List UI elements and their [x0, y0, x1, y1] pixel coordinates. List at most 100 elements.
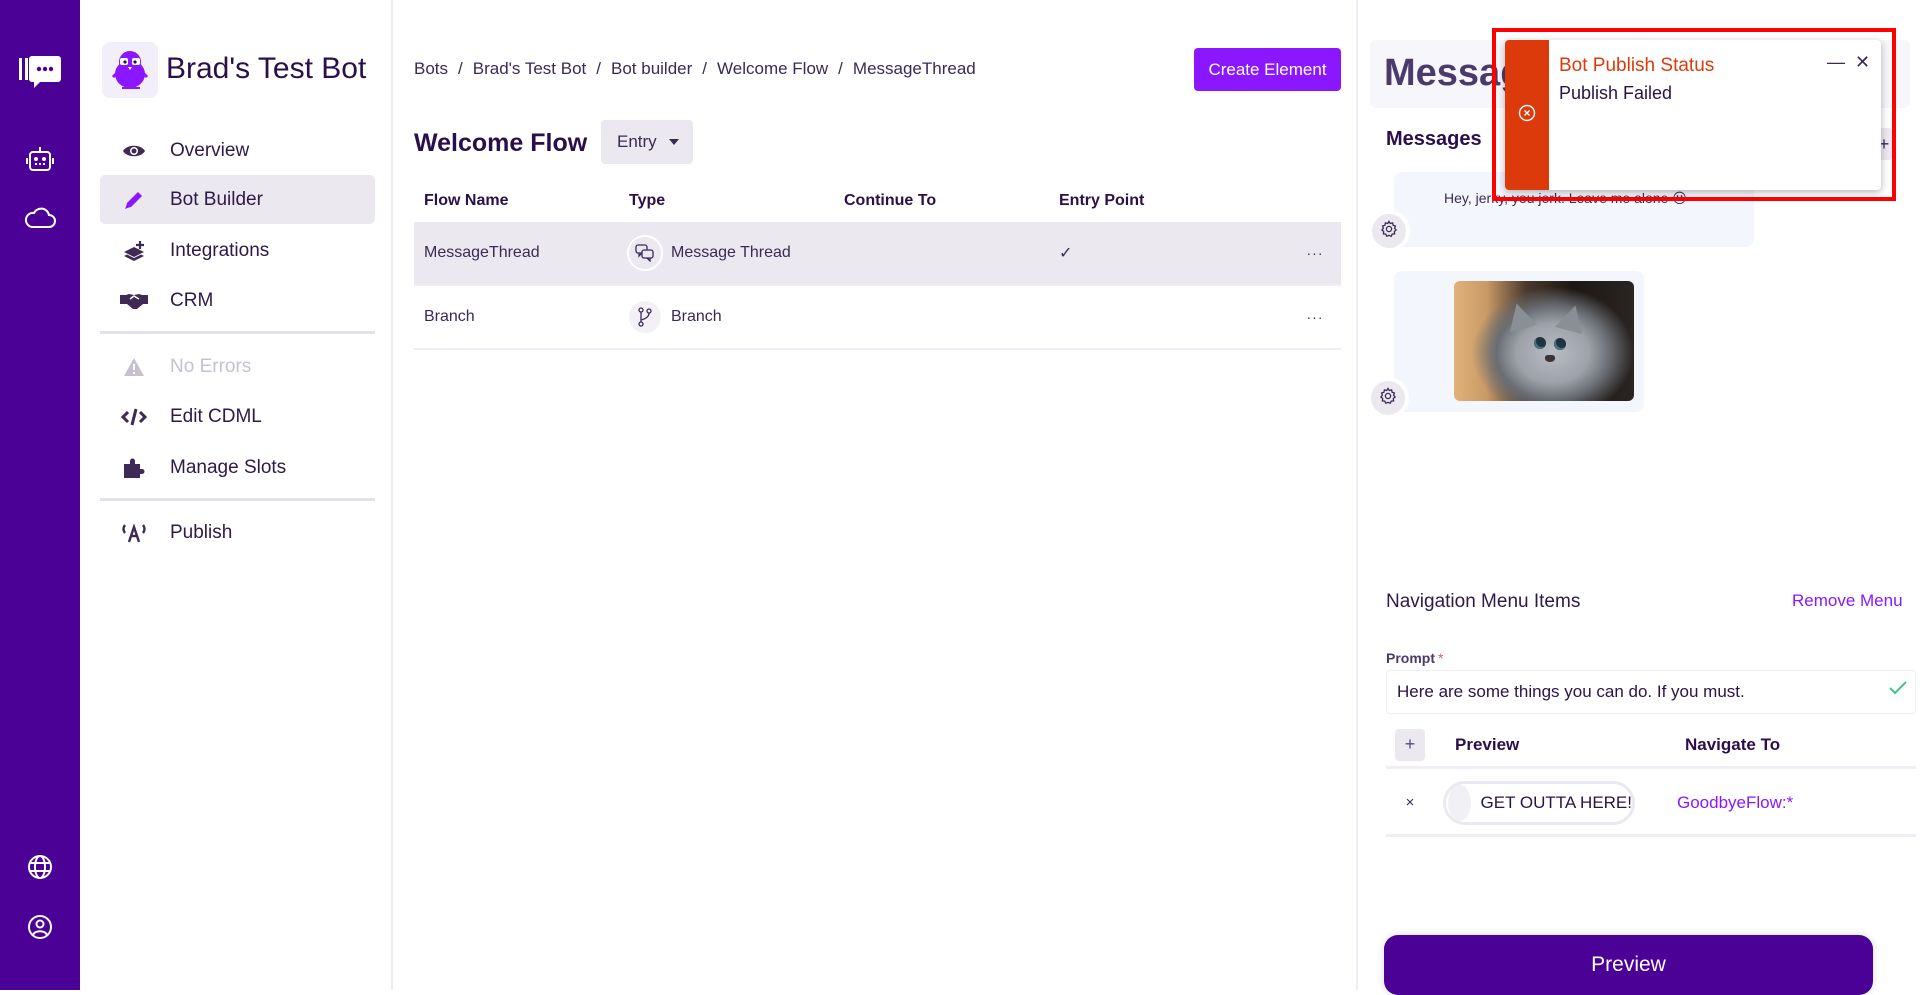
- kitten-nose: [1545, 355, 1555, 362]
- column-header-continue-to: Continue To: [844, 192, 937, 209]
- menu-items-header: + Preview Navigate To: [1386, 723, 1916, 769]
- sidebar-item-integrations[interactable]: Integrations: [100, 226, 375, 275]
- column-header-navigate-to: Navigate To: [1685, 734, 1781, 754]
- publish-status-toast: Bot Publish Status Publish Failed — ✕: [1505, 40, 1881, 190]
- pencil-icon: [120, 189, 148, 211]
- type-cell: Message Thread: [627, 235, 844, 271]
- bots-icon[interactable]: [0, 142, 80, 176]
- globe-icon[interactable]: [0, 852, 80, 882]
- sidebar-item-label: Bot Builder: [170, 188, 263, 210]
- remove-menu-link[interactable]: Remove Menu: [1792, 591, 1903, 611]
- kitten-eye: [1554, 338, 1566, 350]
- cloud-icon[interactable]: [0, 200, 80, 234]
- app-logo-icon[interactable]: [0, 52, 80, 92]
- sidebar-item-no-errors: No Errors: [100, 342, 375, 391]
- user-account-icon[interactable]: [0, 912, 80, 942]
- row-actions-menu[interactable]: ···: [1289, 245, 1341, 261]
- toast-minimize-button[interactable]: —: [1827, 52, 1845, 73]
- prompt-label-text: Prompt: [1386, 650, 1435, 666]
- sidebar-item-label: Integrations: [170, 239, 270, 261]
- layers-plus-icon: [120, 240, 148, 262]
- flow-type-dropdown[interactable]: Entry: [601, 120, 693, 164]
- row-actions-menu[interactable]: ···: [1289, 309, 1341, 325]
- flow-type-value: Entry: [617, 132, 657, 151]
- table-row[interactable]: Branch Branch ···: [414, 286, 1341, 350]
- handshake-icon: [120, 292, 148, 310]
- breadcrumb-item-bot-builder[interactable]: Bot builder: [611, 59, 692, 79]
- flow-name-cell: Branch: [424, 308, 475, 325]
- sidebar-item-overview[interactable]: Overview: [100, 126, 375, 175]
- sidebar-item-label: CRM: [170, 289, 214, 311]
- sidebar-item-label: Publish: [170, 521, 233, 543]
- breadcrumb-item-bots[interactable]: Bots: [414, 59, 448, 79]
- kitten-eye: [1534, 337, 1546, 349]
- sidebar-item-manage-slots[interactable]: Manage Slots: [100, 443, 375, 492]
- flow-editor: Bots / Brad's Test Bot / Bot builder / W…: [393, 0, 1356, 990]
- toast-close-button[interactable]: ✕: [1855, 52, 1870, 73]
- breadcrumb: Bots / Brad's Test Bot / Bot builder / W…: [414, 59, 976, 79]
- gear-icon: [1380, 219, 1398, 243]
- code-icon: [120, 407, 148, 427]
- sidebar-divider: [100, 331, 375, 334]
- menu-item-row: × GET OUTTA HERE! GoodbyeFlow:*: [1386, 771, 1916, 837]
- flow-elements-table: Flow Name Type Continue To Entry Point M…: [414, 180, 1341, 350]
- breadcrumb-item-current: MessageThread: [852, 59, 976, 78]
- bot-name-title: Brad's Test Bot: [166, 52, 367, 85]
- flow-title: Welcome Flow: [414, 129, 588, 157]
- sidebar-divider: [100, 498, 375, 501]
- breadcrumb-item-bot[interactable]: Brad's Test Bot: [473, 59, 587, 79]
- prompt-input[interactable]: [1386, 670, 1916, 714]
- chip-label: GET OUTTA HERE!: [1480, 792, 1632, 812]
- caret-down-icon: [668, 139, 679, 145]
- entry-point-check: ✓: [1059, 245, 1073, 262]
- required-marker: *: [1438, 650, 1444, 666]
- puzzle-icon: [120, 457, 148, 479]
- kitten-ear: [1555, 301, 1589, 335]
- column-header-entry-point: Entry Point: [1059, 192, 1145, 209]
- column-header-type: Type: [629, 192, 666, 209]
- breadcrumb-item-flow[interactable]: Welcome Flow: [717, 59, 828, 79]
- broadcast-icon: [120, 522, 148, 544]
- toast-status-bar: [1505, 40, 1549, 190]
- flow-name-cell: MessageThread: [424, 244, 540, 261]
- bot-avatar-owl-icon: [102, 42, 158, 98]
- error-circle-x-icon: [1518, 104, 1536, 127]
- breadcrumb-separator: /: [702, 59, 708, 78]
- create-element-button[interactable]: Create Element: [1194, 48, 1341, 91]
- kitten-image: [1454, 281, 1634, 401]
- sidebar-item-publish[interactable]: Publish: [100, 508, 375, 557]
- sidebar-item-bot-builder[interactable]: Bot Builder: [100, 175, 375, 224]
- sidebar-item-crm[interactable]: CRM: [100, 276, 375, 325]
- icon-rail: [0, 0, 80, 990]
- gear-icon: [1379, 386, 1397, 410]
- sidebar-item-edit-cdml[interactable]: Edit CDML: [100, 392, 375, 441]
- message-settings-button[interactable]: [1368, 210, 1410, 252]
- valid-check-icon: [1888, 680, 1908, 701]
- sidebar-item-label: Edit CDML: [170, 405, 262, 427]
- type-label: Branch: [671, 308, 722, 325]
- sidebar-item-label: Manage Slots: [170, 456, 287, 478]
- table-row[interactable]: MessageThread Message Thread ✓ ···: [414, 222, 1341, 286]
- sidebar-item-label: Overview: [170, 139, 250, 161]
- breadcrumb-separator: /: [458, 59, 463, 78]
- messages-heading: Messages: [1386, 128, 1482, 150]
- kitten-ear: [1503, 299, 1537, 333]
- add-menu-item-button[interactable]: +: [1395, 728, 1425, 761]
- prompt-label: Prompt *: [1386, 650, 1443, 666]
- branch-icon: [627, 299, 663, 335]
- navigate-to-link[interactable]: GoodbyeFlow:*: [1677, 793, 1793, 813]
- menu-item-preview-chip[interactable]: GET OUTTA HERE!: [1443, 780, 1635, 825]
- remove-menu-item-button[interactable]: ×: [1395, 794, 1425, 811]
- message-thread-icon: [627, 235, 663, 271]
- preview-button[interactable]: Preview: [1384, 935, 1873, 995]
- message-card-image[interactable]: [1394, 271, 1644, 412]
- navigation-menu-heading: Navigation Menu Items: [1386, 591, 1581, 612]
- type-label: Message Thread: [671, 244, 791, 261]
- table-header: Flow Name Type Continue To Entry Point: [414, 180, 1341, 222]
- chip-image-placeholder: [1448, 784, 1471, 821]
- message-settings-button[interactable]: [1367, 377, 1409, 419]
- breadcrumb-separator: /: [596, 59, 601, 78]
- column-header-preview: Preview: [1455, 734, 1520, 754]
- bot-sidebar: Brad's Test Bot Overview Bot Builder Int…: [80, 0, 393, 990]
- toast-title: Bot Publish Status: [1559, 55, 1715, 76]
